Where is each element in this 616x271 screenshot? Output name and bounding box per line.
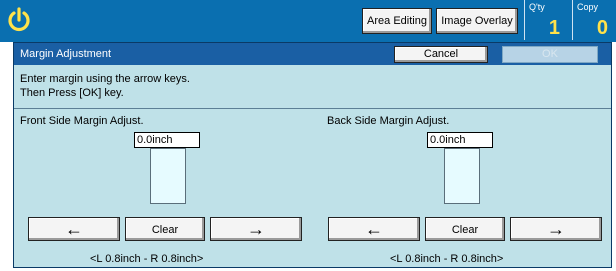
image-overlay-button[interactable]: Image Overlay: [436, 8, 518, 34]
back-side-label: Back Side Margin Adjust.: [327, 115, 450, 127]
back-page-preview: [444, 148, 480, 204]
quantity-counter: Q'ty 1: [524, 0, 565, 40]
copy-value: 0: [596, 17, 608, 39]
ok-button[interactable]: OK: [502, 46, 598, 63]
back-range-text: <L 0.8inch - R 0.8inch>: [390, 253, 504, 265]
quantity-label: Q'ty: [529, 2, 545, 12]
quantity-value: 1: [548, 17, 560, 39]
back-clear-button[interactable]: Clear: [425, 217, 505, 241]
front-page-preview: [150, 148, 186, 204]
instruction-line-1: Enter margin using the arrow keys.: [20, 73, 190, 85]
copy-label: Copy: [577, 2, 599, 12]
front-range-text: <L 0.8inch - R 0.8inch>: [90, 253, 204, 265]
front-side-label: Front Side Margin Adjust.: [20, 115, 144, 127]
power-icon[interactable]: [4, 5, 34, 35]
dialog-title-bar: Margin Adjustment Cancel OK: [14, 43, 611, 65]
back-left-arrow-button[interactable]: ←: [328, 217, 420, 241]
front-margin-value: 0.0inch: [134, 132, 200, 148]
front-left-arrow-button[interactable]: ←: [28, 217, 120, 241]
instructions: Enter margin using the arrow keys. Then …: [20, 72, 440, 100]
front-clear-button[interactable]: Clear: [125, 217, 205, 241]
copy-counter: Copy 0: [572, 0, 613, 40]
cancel-button[interactable]: Cancel: [394, 46, 488, 63]
instruction-line-2: Then Press [OK] key.: [20, 87, 124, 99]
divider: [14, 108, 611, 109]
top-bar: Area Editing Image Overlay Q'ty 1 Copy 0: [0, 0, 616, 42]
front-right-arrow-button[interactable]: →: [210, 217, 302, 241]
back-margin-value: 0.0inch: [427, 132, 493, 148]
back-right-arrow-button[interactable]: →: [510, 217, 602, 241]
area-editing-button[interactable]: Area Editing: [362, 8, 432, 34]
margin-adjustment-dialog: Margin Adjustment Cancel OK Enter margin…: [13, 42, 612, 268]
dialog-title: Margin Adjustment: [20, 48, 112, 60]
